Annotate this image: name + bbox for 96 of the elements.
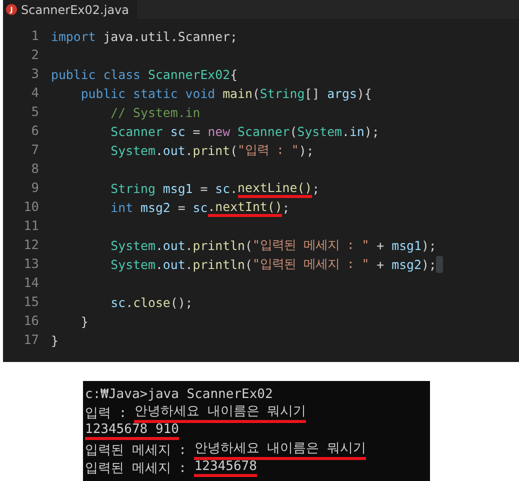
code-token: = (192, 124, 202, 139)
code-token: = (199, 181, 209, 196)
code-token: + (376, 238, 386, 253)
code-token: Scanner (236, 124, 290, 139)
code-token: println (192, 257, 245, 272)
code-token: ( (252, 86, 260, 101)
line-number: 8 (30, 162, 40, 177)
console-text: 입력 : (85, 404, 128, 422)
underlined-console-text: 12345678 910 (85, 422, 179, 440)
code-token: in (349, 124, 364, 139)
code-token: int (110, 200, 134, 215)
code-token: "입력 : " (238, 142, 299, 159)
code-token: ( (290, 124, 298, 139)
line-number: 11 (22, 219, 40, 234)
code-token: . (155, 257, 163, 272)
code-token: System (110, 143, 156, 158)
code-token: System (297, 124, 342, 139)
code-token: public class (51, 67, 141, 82)
code-token: = (176, 200, 186, 215)
code-token: { (230, 67, 238, 82)
console-text: 입력된 메세지 : (85, 460, 188, 478)
code-token: out (162, 257, 186, 272)
line-number: 9 (30, 181, 40, 196)
code-token: ( (244, 257, 252, 272)
code-token: } (80, 314, 88, 329)
code-token: ); (421, 238, 436, 253)
underlined-console-text: 안녕하세요 내이름은 뭐시기 (134, 402, 306, 424)
line-number: 16 (22, 314, 40, 329)
code-token: "입력된 메세지 : " (252, 256, 370, 273)
line-number: 14 (22, 276, 40, 291)
code-token: public static void (80, 86, 216, 101)
line-number: 6 (30, 124, 40, 139)
line-number: 10 (22, 200, 40, 215)
code-token: [] (304, 86, 321, 101)
code-token: ){ (356, 86, 372, 101)
line-number: 7 (30, 143, 40, 158)
code-token: . (185, 257, 193, 272)
line-number: 5 (30, 105, 40, 120)
code-token: ; (312, 181, 320, 196)
code-token: . (342, 124, 350, 139)
code-token: . (126, 295, 134, 310)
console-text: 입력된 메세지 : (85, 442, 188, 459)
code-token: msg1 (162, 181, 193, 196)
line-number: 17 (22, 333, 40, 348)
code-token: out (162, 143, 186, 158)
code-token: import (51, 29, 96, 44)
line-number: 1 (30, 29, 40, 44)
line-number: 13 (22, 257, 40, 272)
underlined-code-token: nextLine() (238, 180, 312, 198)
code-token: sc (169, 124, 186, 139)
code-token: ; (282, 200, 290, 215)
code-token: sc (192, 200, 208, 215)
code-token: msg1 (392, 238, 422, 253)
code-token: args (327, 86, 357, 101)
code-token: } (51, 333, 58, 348)
code-token: new (208, 124, 230, 139)
line-number: 4 (30, 86, 40, 101)
line-number: 15 (22, 295, 40, 310)
code-token: msg2 (392, 257, 422, 272)
code-token: + (376, 257, 386, 272)
code-token: sc (110, 295, 126, 310)
code-token: ( (230, 143, 238, 158)
code-token: ); (421, 257, 436, 272)
code-token: String (110, 181, 156, 196)
code-token: // System.in (110, 105, 200, 120)
code-token: (); (170, 295, 193, 310)
code-token: Scanner (110, 124, 163, 139)
line-number: 3 (30, 67, 40, 82)
code-token: print (192, 143, 230, 158)
tab-title: ScannerEx02.java (21, 2, 130, 16)
code-token: ); (298, 143, 314, 158)
code-token: System (110, 257, 156, 272)
code-token: . (155, 143, 163, 158)
code-token: ); (364, 124, 380, 139)
code-token: java.util.Scanner; (102, 29, 238, 44)
underlined-console-text: 안녕하세요 내이름은 뭐시기 (194, 439, 366, 460)
code-token: println (192, 238, 245, 253)
code-token: close (133, 295, 170, 310)
line-number: 2 (30, 48, 40, 63)
code-token: ScannerEx02 (146, 67, 230, 82)
code-token: out (162, 238, 186, 253)
code-token: "입력된 메세지 : " (252, 237, 370, 254)
code-token: . (230, 181, 238, 196)
console-text: c:₩Java>java ScannerEx02 (85, 386, 273, 402)
line-number: 12 (22, 238, 40, 253)
code-token: ( (244, 238, 252, 253)
code-token: msg2 (140, 200, 170, 215)
code-token: . (185, 238, 193, 253)
underlined-console-text: 12345678 (194, 459, 257, 478)
code-token: System (110, 238, 156, 253)
code-token: . (155, 238, 163, 253)
code-token: String (260, 86, 305, 101)
code-token: main (222, 86, 252, 101)
code-token: sc (215, 181, 230, 196)
code-token: . (185, 143, 193, 158)
underlined-code-token: .nextInt() (208, 198, 282, 216)
